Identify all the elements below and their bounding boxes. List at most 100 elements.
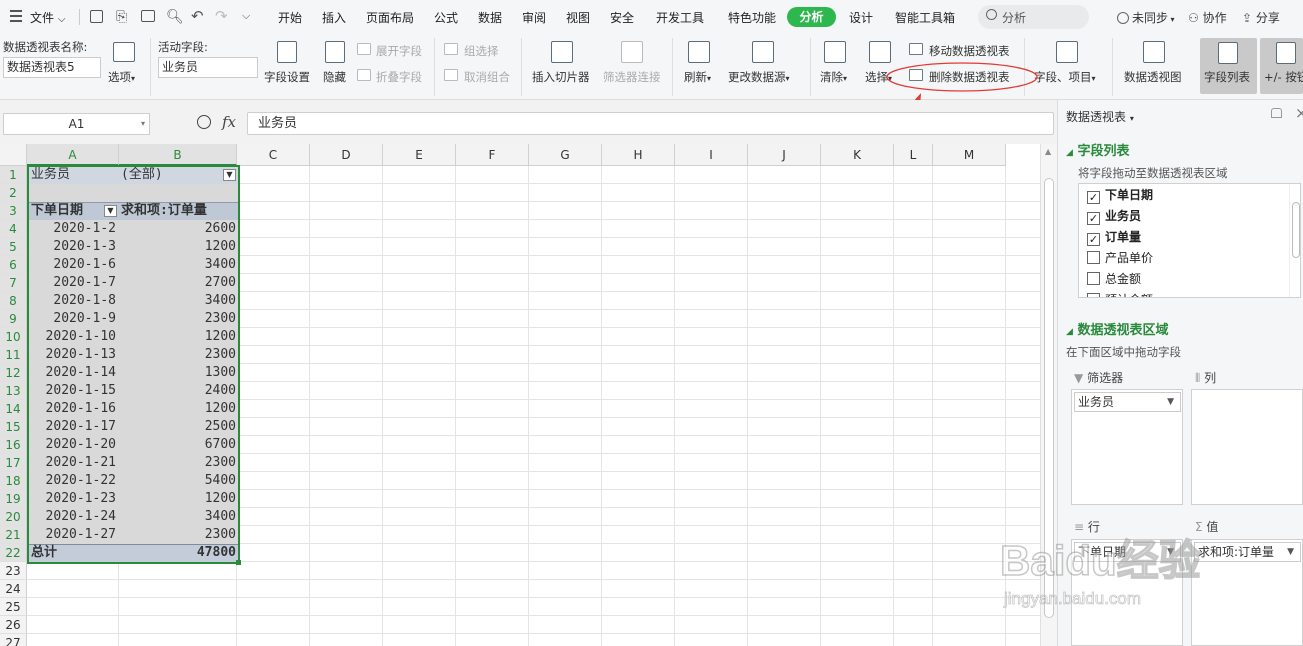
filter-area-text: 筛选器 — [1087, 371, 1124, 385]
checkbox-icon[interactable] — [1087, 272, 1100, 285]
value-area-label: Σ 值 — [1195, 518, 1218, 535]
field-item[interactable]: 产品单价 — [1087, 249, 1153, 267]
column-header-m[interactable]: M — [933, 144, 1006, 166]
name-box-value: A1 — [68, 117, 85, 131]
scrollbar-thumb[interactable] — [1044, 178, 1054, 618]
row-header-26[interactable]: 26 — [0, 616, 27, 634]
areas-title: 数据透视表区域 — [1077, 323, 1169, 338]
value-area-box[interactable]: 求和项:订单量 ▼ — [1191, 539, 1303, 646]
formula-bar: A1 ▾ fx 业务员 — [0, 100, 1057, 144]
row-header-27[interactable]: 27 — [0, 634, 27, 646]
column-header-e[interactable]: E — [383, 144, 456, 166]
close-icon[interactable]: × — [1295, 104, 1303, 122]
row-header-18[interactable]: 18 — [0, 472, 27, 490]
checkbox-icon[interactable]: ✓ — [1087, 233, 1100, 246]
field-list-section[interactable]: ◢ 字段列表 — [1066, 140, 1129, 159]
column-header-d[interactable]: D — [310, 144, 383, 166]
pin-icon[interactable] — [1271, 108, 1282, 118]
fill-handle[interactable] — [236, 560, 241, 565]
col-line — [528, 166, 529, 646]
field-list-scrollbar[interactable] — [1289, 184, 1300, 297]
pivot-table-pane: 数据透视表 ▾ × ◢ 字段列表 将字段拖动至数据透视表区域 ✓ 下单日期 ✓ 业务员… — [1057, 100, 1303, 646]
row-header-14[interactable]: 14 — [0, 400, 27, 418]
vertical-scrollbar[interactable]: ▲ — [1040, 144, 1057, 646]
column-header-k[interactable]: K — [821, 144, 894, 166]
row-line — [27, 597, 1040, 598]
column-header-c[interactable]: C — [237, 144, 310, 166]
column-header-j[interactable]: J — [748, 144, 821, 166]
filter-area-box[interactable]: 业务员 ▼ — [1071, 389, 1183, 505]
field-item[interactable]: ✓ 订单量 — [1087, 228, 1141, 246]
col-line — [382, 166, 383, 646]
row-header-15[interactable]: 15 — [0, 418, 27, 436]
row-header-13[interactable]: 13 — [0, 382, 27, 400]
row-header-12[interactable]: 12 — [0, 364, 27, 382]
row-header-5[interactable]: 5 — [0, 238, 27, 256]
column-header-a[interactable]: A — [27, 144, 119, 166]
row-header-4[interactable]: 4 — [0, 220, 27, 238]
field-item-label: 预计金额 — [1105, 293, 1153, 297]
checkbox-icon[interactable] — [1087, 251, 1100, 264]
column-header-f[interactable]: F — [456, 144, 529, 166]
row-header-3[interactable]: 3 — [0, 202, 27, 220]
row-header-10[interactable]: 10 — [0, 328, 27, 346]
row-header-7[interactable]: 7 — [0, 274, 27, 292]
pane-title-text: 数据透视表 — [1066, 110, 1127, 124]
filter-area-item[interactable]: 业务员 ▼ — [1074, 392, 1181, 412]
col-line — [309, 166, 310, 646]
column-area-text: 列 — [1204, 371, 1217, 385]
fx-icon[interactable]: fx — [222, 113, 236, 131]
scroll-up-icon[interactable]: ▲ — [1045, 147, 1051, 156]
row-header-17[interactable]: 17 — [0, 454, 27, 472]
row-header-23[interactable]: 23 — [0, 562, 27, 580]
field-item-label: 下单日期 — [1105, 188, 1154, 202]
field-item-label: 产品单价 — [1105, 251, 1154, 265]
checkbox-icon[interactable]: ✓ — [1087, 191, 1100, 204]
row-header-22[interactable]: 22 — [0, 544, 27, 562]
column-header-b[interactable]: B — [119, 144, 237, 166]
row-area-box[interactable]: 下单日期 ▼ — [1071, 539, 1183, 646]
column-header-l[interactable]: L — [894, 144, 933, 166]
row-header-6[interactable]: 6 — [0, 256, 27, 274]
name-box[interactable]: A1 ▾ — [3, 113, 150, 135]
row-header-24[interactable]: 24 — [0, 580, 27, 598]
col-line — [601, 166, 602, 646]
row-header-21[interactable]: 21 — [0, 526, 27, 544]
column-header-h[interactable]: H — [602, 144, 675, 166]
checkbox-icon[interactable]: ✓ — [1087, 212, 1100, 225]
value-area-text: 值 — [1206, 520, 1219, 534]
row-header-11[interactable]: 11 — [0, 346, 27, 364]
select-all-corner[interactable] — [0, 144, 27, 166]
column-header-g[interactable]: G — [529, 144, 602, 166]
column-area-box[interactable] — [1191, 389, 1303, 505]
row-header-2[interactable]: 2 — [0, 184, 27, 202]
col-line — [455, 166, 456, 646]
row-area-item[interactable]: 下单日期 ▼ — [1074, 542, 1181, 562]
row-header-9[interactable]: 9 — [0, 310, 27, 328]
worksheet-grid[interactable]: ABCDEFGHIJKLM 1 2 3 4 5 6 7 8 9 10 11 12 13 14 15 16 17 1… — [0, 144, 1040, 646]
pane-title[interactable]: 数据透视表 ▾ — [1066, 108, 1134, 125]
row-header-1[interactable]: 1 — [0, 166, 27, 184]
field-item[interactable]: 预计金额 — [1087, 291, 1153, 297]
row-header-19[interactable]: 19 — [0, 490, 27, 508]
field-item[interactable]: 总金额 — [1087, 270, 1141, 288]
checkbox-icon[interactable] — [1087, 293, 1100, 297]
row-header-16[interactable]: 16 — [0, 436, 27, 454]
zoom-search-icon[interactable] — [197, 115, 211, 129]
value-item-label: 求和项:订单量 — [1198, 545, 1275, 559]
value-area-item[interactable]: 求和项:订单量 ▼ — [1194, 542, 1301, 562]
areas-section[interactable]: ◢ 数据透视表区域 — [1066, 319, 1168, 338]
field-item[interactable]: ✓ 业务员 — [1087, 207, 1141, 225]
formula-input[interactable]: 业务员 — [247, 112, 1054, 135]
row-header-8[interactable]: 8 — [0, 292, 27, 310]
row-header-25[interactable]: 25 — [0, 598, 27, 616]
areas-hint: 在下面区域中拖动字段 — [1066, 345, 1181, 359]
field-item[interactable]: ✓ 下单日期 — [1087, 186, 1153, 204]
columns-icon: ⦀ — [1195, 371, 1201, 385]
row-line — [27, 579, 1040, 580]
column-header-i[interactable]: I — [675, 144, 748, 166]
row-area-text: 行 — [1087, 520, 1100, 534]
rows-icon: ≡ — [1074, 520, 1085, 534]
row-header-20[interactable]: 20 — [0, 508, 27, 526]
chevron-down-icon: ▾ — [140, 119, 145, 128]
